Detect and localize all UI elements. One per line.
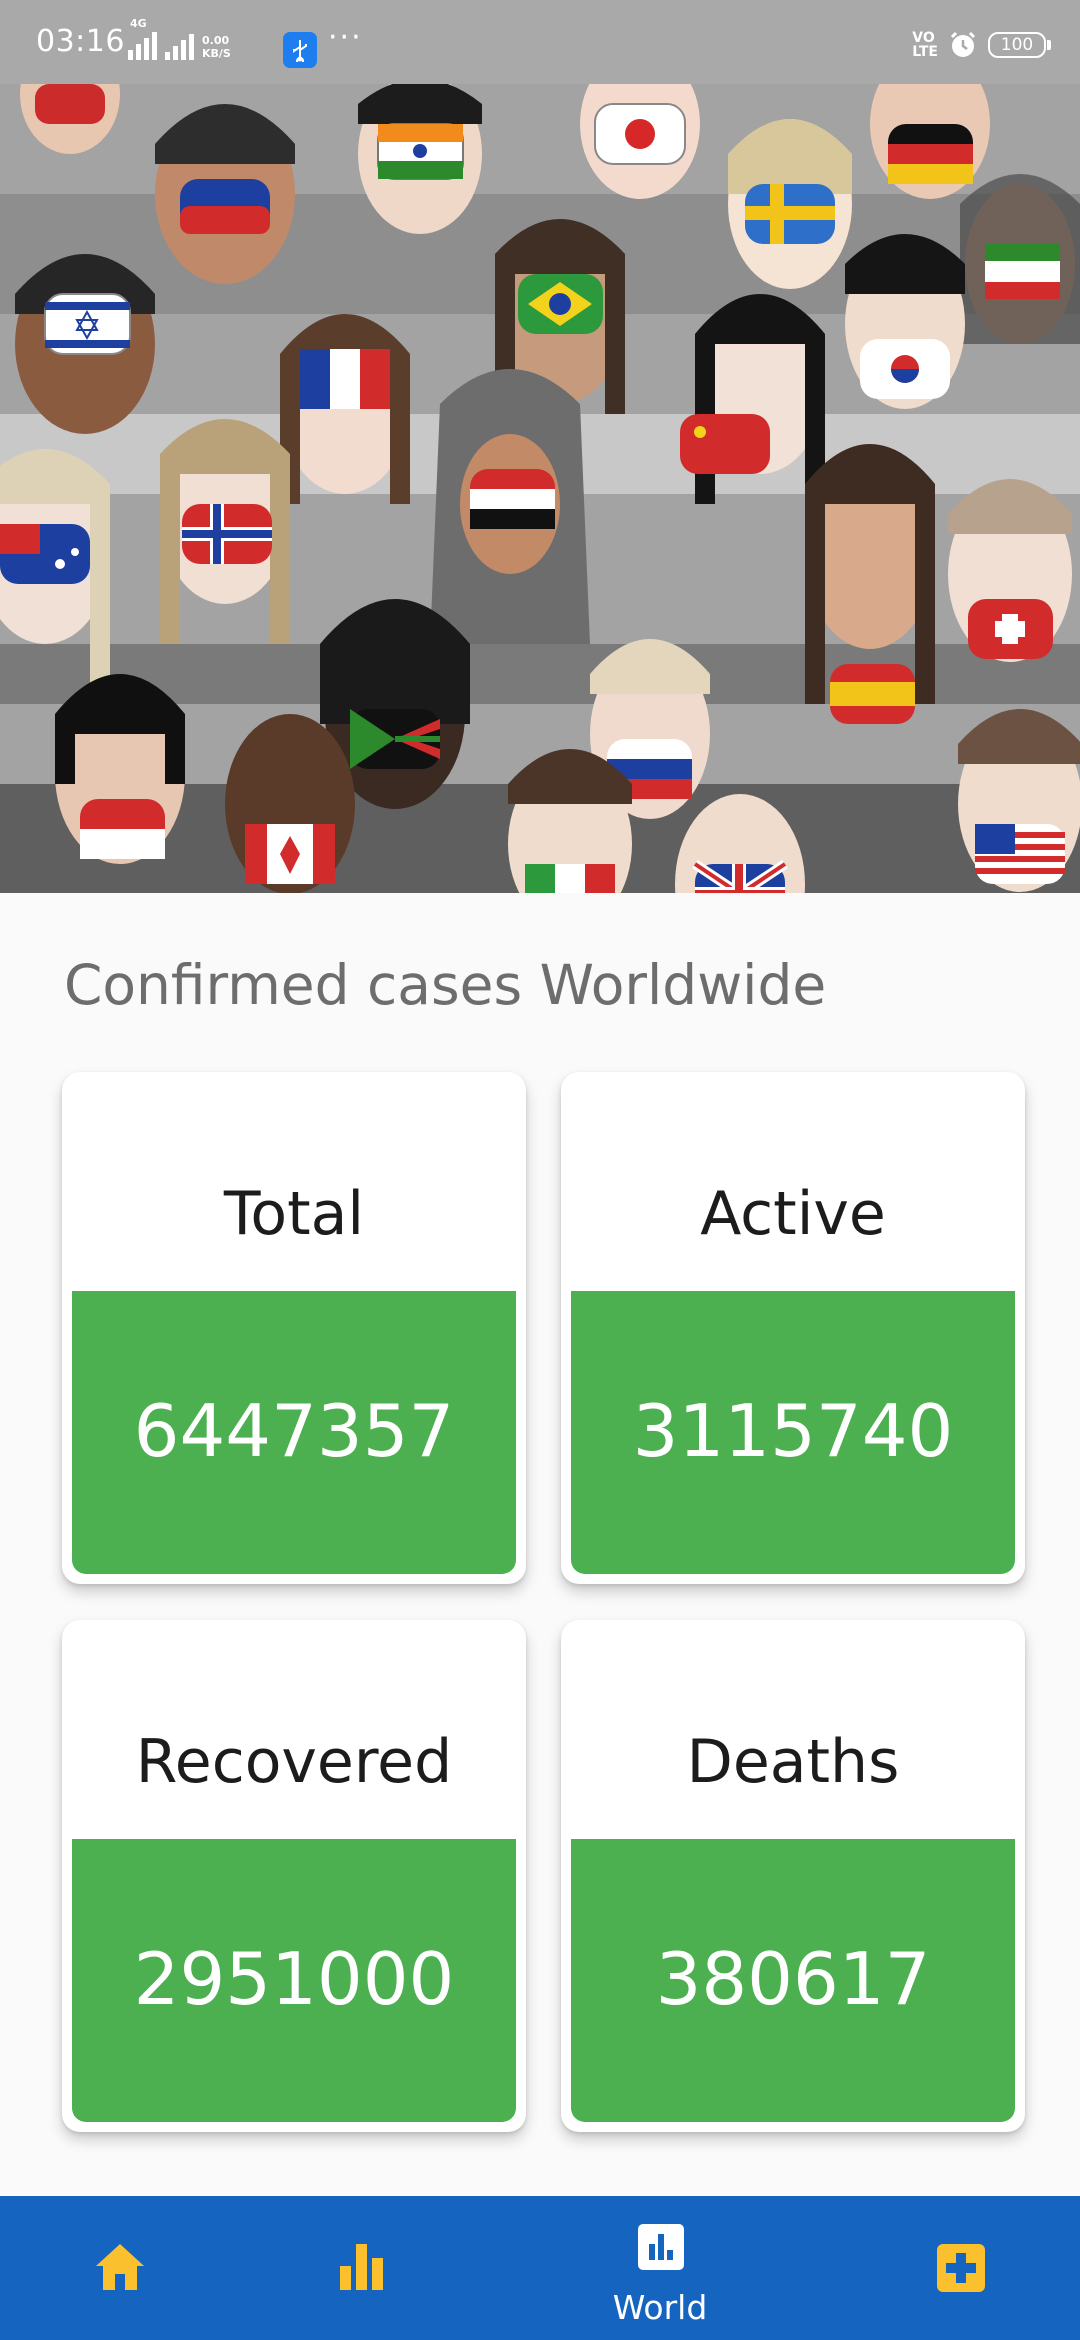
card-value-box-total: 6447357: [72, 1291, 516, 1574]
total-card: Total 6447357: [62, 1072, 526, 1584]
card-label-total: Total: [223, 1179, 365, 1249]
card-value-active: 3115740: [632, 1389, 954, 1473]
mobile-signal-icon: 4G: [128, 18, 157, 60]
chart-box-icon: [638, 2224, 684, 2270]
card-label-deaths: Deaths: [686, 1727, 900, 1797]
signal-bars-icon: [165, 32, 194, 60]
deaths-card: Deaths 380617: [561, 1620, 1025, 2132]
network-type-label: 4G: [130, 17, 147, 30]
usb-icon: [283, 32, 317, 68]
nav-item-stats[interactable]: [240, 2196, 480, 2340]
card-value-box-deaths: 380617: [571, 1839, 1015, 2122]
bottom-navigation: World: [0, 2196, 1080, 2340]
people-with-flag-masks-illustration: [0, 84, 1080, 893]
status-left-icons: 4G 0.00 KB/S: [128, 18, 231, 60]
card-value-recovered: 2951000: [133, 1937, 455, 2021]
more-notifications-icon: ···: [328, 20, 363, 55]
card-label-recovered: Recovered: [135, 1727, 453, 1797]
nav-item-plus[interactable]: [840, 2196, 1080, 2340]
nav-item-world[interactable]: World: [540, 2196, 780, 2340]
network-speed-value: 0.00: [202, 34, 230, 47]
card-value-total: 6447357: [133, 1389, 455, 1473]
banner-illustration: [0, 84, 1080, 893]
page-title: Confirmed cases Worldwide: [64, 953, 827, 1017]
bar-chart-icon: [340, 2244, 383, 2290]
card-label-active: Active: [700, 1179, 886, 1249]
home-icon: [96, 2244, 144, 2290]
battery-icon: 100: [988, 32, 1051, 58]
card-value-box-active: 3115740: [571, 1291, 1015, 1574]
status-right-icons: VO LTE 100: [912, 30, 1051, 60]
card-value-deaths: 380617: [655, 1937, 931, 2021]
network-speed: 0.00 KB/S: [202, 34, 231, 60]
active-card: Active 3115740: [561, 1072, 1025, 1584]
status-time: 03:16: [36, 24, 125, 59]
alarm-clock-icon: [950, 31, 976, 57]
nav-item-home[interactable]: [0, 2196, 240, 2340]
network-speed-unit: KB/S: [202, 47, 231, 60]
volte-icon: VO LTE: [912, 31, 938, 59]
volte-bottom-label: LTE: [912, 44, 938, 60]
card-value-box-recovered: 2951000: [72, 1839, 516, 2122]
plus-box-icon: [937, 2244, 985, 2292]
battery-level: 100: [1000, 35, 1034, 55]
nav-label-world: World: [612, 2288, 708, 2327]
volte-top-label: VO: [912, 30, 935, 46]
status-bar: 03:16 4G 0.00 KB/S ··· VO LTE 100: [0, 0, 1080, 84]
recovered-card: Recovered 2951000: [62, 1620, 526, 2132]
